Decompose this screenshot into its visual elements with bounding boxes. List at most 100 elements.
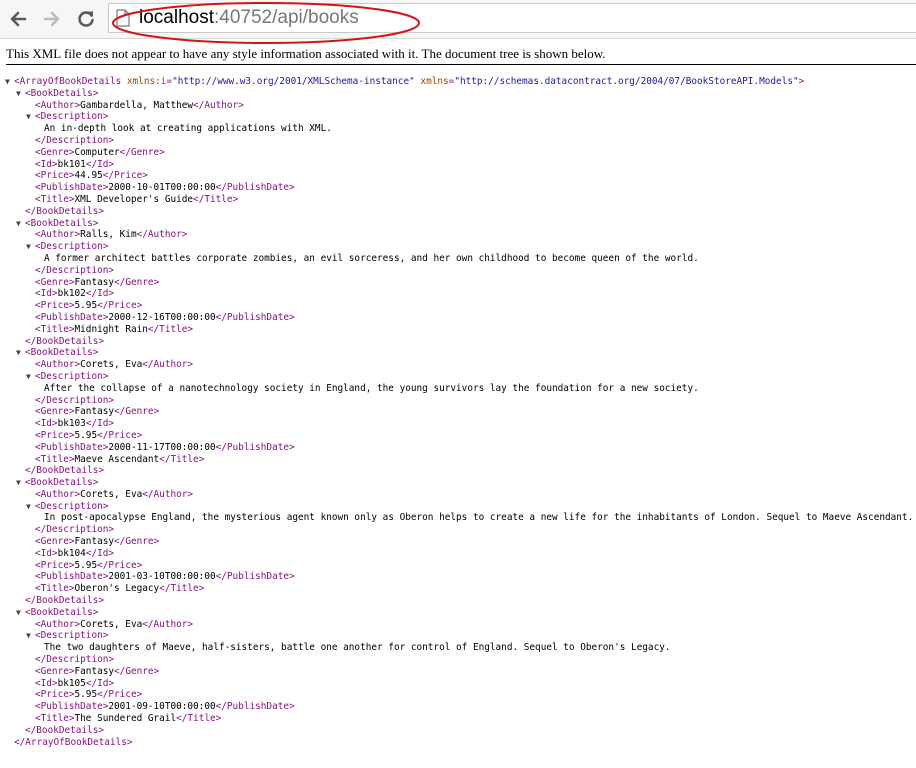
element-value-price: 5.95 (74, 559, 98, 571)
open-tag: <Author> (35, 618, 81, 630)
xml-element-publish_date: <PublishDate>2000-12-16T00:00:00</Publis… (0, 312, 916, 324)
address-bar[interactable]: localhost:40752/api/books (108, 3, 916, 33)
collapse-toggle-icon[interactable]: ▼ (26, 371, 31, 383)
book-details-open-tag: <BookDetails> (25, 347, 99, 359)
collapse-toggle-icon[interactable]: ▼ (26, 501, 31, 513)
description-value: A former architect battles corporate zom… (44, 252, 699, 264)
xml-element-author: <Author>Gambardella, Matthew</Author> (0, 100, 916, 112)
close-tag: </Description> (35, 134, 115, 146)
xml-element-author: <Author>Corets, Eva</Author> (0, 359, 916, 371)
collapse-toggle-icon[interactable]: ▼ (16, 347, 21, 359)
element-value-author: Corets, Eva (80, 488, 143, 500)
open-tag: <Title> (35, 323, 75, 335)
xml-element-genre: <Genre>Fantasy</Genre> (0, 536, 916, 548)
xml-notice-text: This XML file does not appear to have an… (6, 46, 606, 61)
close-tag: </Price> (97, 559, 143, 571)
book-details-open: ▼ <BookDetails> (0, 88, 916, 100)
element-value-author: Gambardella, Matthew (80, 99, 194, 111)
element-value-price: 5.95 (74, 689, 98, 701)
book-details-close: </BookDetails> (0, 336, 916, 348)
collapse-toggle-icon[interactable]: ▼ (5, 76, 10, 88)
collapse-toggle-icon[interactable]: ▼ (26, 241, 31, 253)
book-details-close-tag: </BookDetails> (25, 465, 105, 477)
book-details-open: ▼ <BookDetails> (0, 607, 916, 619)
open-tag: <Price> (35, 559, 75, 571)
element-value-title: XML Developer's Guide (74, 193, 194, 205)
book-details-close: </BookDetails> (0, 206, 916, 218)
open-tag: <Author> (35, 359, 81, 371)
element-value-title: Oberon's Legacy (74, 583, 160, 595)
reload-button[interactable] (72, 5, 100, 33)
description-close: </Description> (0, 395, 916, 407)
back-button[interactable] (4, 5, 32, 33)
xml-element-id: <Id>bk104</Id> (0, 548, 916, 560)
xml-element-genre: <Genre>Fantasy</Genre> (0, 666, 916, 678)
close-tag: </Author> (142, 359, 194, 371)
close-tag: </Description> (35, 524, 115, 536)
book-details-open: ▼ <BookDetails> (0, 347, 916, 359)
collapse-toggle-icon[interactable]: ▼ (26, 111, 31, 123)
description-value: After the collapse of a nanotechnology s… (44, 382, 699, 394)
book-details-close: </BookDetails> (0, 725, 916, 737)
forward-button[interactable] (38, 5, 66, 33)
open-tag: <Description> (35, 370, 109, 382)
element-value-id: bk103 (57, 418, 86, 430)
open-tag: <Id> (35, 547, 58, 559)
open-tag: <Description> (35, 111, 109, 123)
close-tag: </PublishDate> (215, 311, 295, 323)
description-text: In post-apocalypse England, the mysterio… (0, 512, 916, 524)
book-details-close-tag: </BookDetails> (25, 724, 105, 736)
element-value-genre: Fantasy (74, 276, 115, 288)
close-tag: </PublishDate> (215, 182, 295, 194)
root-close-tag: </ArrayOfBookDetails> (14, 736, 133, 748)
description-close: </Description> (0, 265, 916, 277)
xml-element-title: <Title>Oberon's Legacy</Title> (0, 583, 916, 595)
element-value-publish_date: 2001-03-10T00:00:00 (108, 571, 216, 583)
close-tag: </Description> (35, 654, 115, 666)
xml-element-publish_date: <PublishDate>2000-10-01T00:00:00</Publis… (0, 182, 916, 194)
close-tag: </Genre> (114, 536, 160, 548)
close-tag: </Author> (136, 229, 188, 241)
element-value-genre: Computer (74, 146, 120, 158)
collapse-toggle-icon[interactable]: ▼ (16, 88, 21, 100)
xml-element-price: <Price>5.95</Price> (0, 689, 916, 701)
close-tag: </Id> (85, 677, 115, 689)
collapse-toggle-icon[interactable]: ▼ (16, 218, 21, 230)
xml-root-close: </ArrayOfBookDetails> (0, 737, 916, 749)
xml-element-title: <Title>XML Developer's Guide</Title> (0, 194, 916, 206)
close-tag: </Author> (142, 488, 194, 500)
open-tag: <Title> (35, 193, 75, 205)
element-value-price: 5.95 (74, 429, 98, 441)
close-tag: </Genre> (119, 146, 165, 158)
close-tag: </Price> (97, 689, 143, 701)
xml-element-price: <Price>5.95</Price> (0, 560, 916, 572)
open-tag: <Genre> (35, 276, 75, 288)
description-close: </Description> (0, 524, 916, 536)
open-tag: <Genre> (35, 536, 75, 548)
url-text[interactable]: localhost:40752/api/books (139, 6, 359, 30)
xml-root-open: ▼ <ArrayOfBookDetails xmlns:i="http://www… (0, 76, 916, 88)
element-value-price: 44.95 (74, 170, 103, 182)
xml-element-genre: <Genre>Fantasy</Genre> (0, 406, 916, 418)
collapse-toggle-icon[interactable]: ▼ (26, 630, 31, 642)
open-tag: <Genre> (35, 406, 75, 418)
xml-element-publish_date: <PublishDate>2000-11-17T00:00:00</Publis… (0, 442, 916, 454)
close-tag: </Author> (142, 618, 194, 630)
root-attr-value: "http://www.w3.org/2001/XMLSchema-instan… (172, 76, 415, 87)
description-open: ▼ <Description> (0, 630, 916, 642)
xml-element-id: <Id>bk102</Id> (0, 288, 916, 300)
collapse-toggle-icon[interactable]: ▼ (16, 477, 21, 489)
xml-element-genre: <Genre>Fantasy</Genre> (0, 277, 916, 289)
open-tag: <Title> (35, 713, 75, 725)
element-value-id: bk104 (57, 547, 86, 559)
browser-toolbar: localhost:40752/api/books (0, 0, 916, 39)
element-value-author: Corets, Eva (80, 618, 143, 630)
book-details-open-tag: <BookDetails> (25, 217, 99, 229)
forward-arrow-icon (43, 11, 60, 27)
open-tag: <Title> (35, 583, 75, 595)
element-value-genre: Fantasy (74, 406, 115, 418)
element-value-publish_date: 2000-10-01T00:00:00 (108, 182, 216, 194)
collapse-toggle-icon[interactable]: ▼ (16, 607, 21, 619)
close-tag: </Title> (147, 323, 194, 335)
open-tag: <Id> (35, 677, 58, 689)
